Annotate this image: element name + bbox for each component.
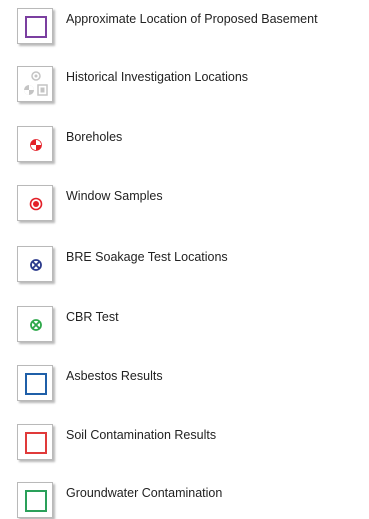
- green-square-outline-icon: [17, 482, 53, 518]
- legend-label: Boreholes: [66, 130, 123, 144]
- legend-label: BRE Soakage Test Locations: [66, 250, 228, 264]
- legend-item-historical-investigation: Historical Investigation Locations: [17, 66, 248, 102]
- legend-item-cbr-test: CBR Test: [17, 306, 119, 342]
- soakage-crossed-circle-icon: [17, 246, 53, 282]
- cbr-crossed-circle-icon: [17, 306, 53, 342]
- legend-item-asbestos: Asbestos Results: [17, 365, 163, 401]
- borehole-quartered-circle-icon: [17, 126, 53, 162]
- legend-label: Soil Contamination Results: [66, 428, 217, 442]
- legend-label: Groundwater Contamination: [66, 486, 223, 500]
- blue-square-outline-icon: [17, 365, 53, 401]
- legend-item-soil-contamination: Soil Contamination Results: [17, 424, 216, 460]
- legend-label: Asbestos Results: [66, 369, 163, 383]
- red-square-outline-icon: [17, 424, 53, 460]
- legend-item-bre-soakage: BRE Soakage Test Locations: [17, 246, 228, 282]
- legend-label: Window Samples: [66, 189, 163, 203]
- legend-item-proposed-basement: Approximate Location of Proposed Basemen…: [17, 8, 318, 44]
- legend-label: Historical Investigation Locations: [66, 70, 249, 84]
- legend-label: CBR Test: [66, 310, 119, 324]
- window-sample-dot-circle-icon: [17, 185, 53, 221]
- legend-item-groundwater: Groundwater Contamination: [17, 482, 222, 518]
- legend-item-window-samples: Window Samples: [17, 185, 163, 221]
- legend-item-boreholes: Boreholes: [17, 126, 122, 162]
- legend-label: Approximate Location of Proposed Basemen…: [66, 12, 318, 26]
- grey-historical-symbols-icon: [17, 66, 53, 102]
- purple-square-outline-icon: [17, 8, 53, 44]
